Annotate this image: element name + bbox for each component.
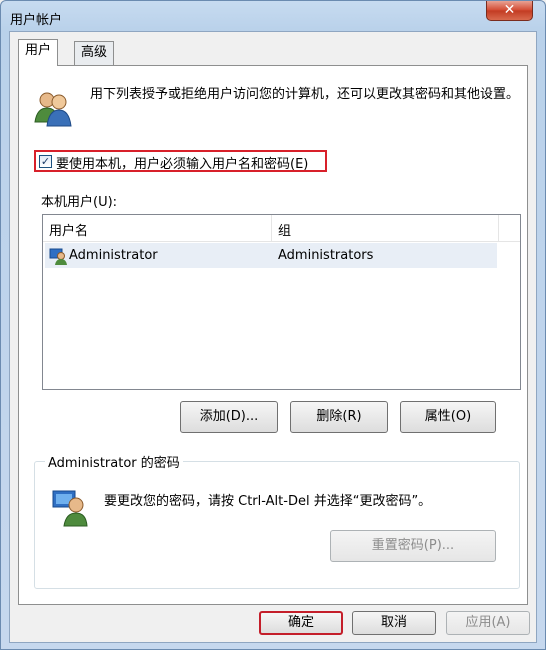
remove-user-button[interactable]: 删除(R) xyxy=(290,401,388,433)
require-login-label: 要使用本机，用户必须输入用户名和密码(E) xyxy=(56,157,309,172)
ok-button[interactable]: 确定 xyxy=(259,611,343,635)
tab-users-label: 用户 xyxy=(25,43,52,58)
user-accounts-window: 用户帐户 ✕ 用户 高级 用下列表授予或拒绝用户访问您的计算机，还可以更改其密码… xyxy=(0,0,546,650)
cancel-button[interactable]: 取消 xyxy=(352,611,436,635)
title-bar: 用户帐户 ✕ xyxy=(1,1,545,33)
password-group-title: Administrator 的密码 xyxy=(45,452,183,471)
reset-password-button[interactable]: 重置密码(P)... xyxy=(330,530,496,562)
properties-button[interactable]: 属性(O) xyxy=(400,401,496,433)
tab-advanced[interactable]: 高级 xyxy=(74,41,115,65)
user-password-icon xyxy=(52,490,88,527)
apply-button[interactable]: 应用(A) xyxy=(446,611,530,635)
require-login-checkbox[interactable]: ✓ xyxy=(39,155,52,168)
user-icon xyxy=(49,248,67,265)
intro-text: 用下列表授予或拒绝用户访问您的计算机，还可以更改其密码和其他设置。 xyxy=(90,87,520,102)
password-help-text: 要更改您的密码，请按 Ctrl-Alt-Del 并选择“更改密码”。 xyxy=(104,494,432,509)
local-users-label: 本机用户(U): xyxy=(41,195,118,210)
column-separator[interactable] xyxy=(271,215,272,241)
column-separator[interactable] xyxy=(498,215,499,241)
user-group: Administrators xyxy=(278,248,374,263)
users-tab-panel: 用下列表授予或拒绝用户访问您的计算机，还可以更改其密码和其他设置。 ✓ 要使用本… xyxy=(18,65,528,605)
user-name: Administrator xyxy=(69,248,158,263)
close-button[interactable]: ✕ xyxy=(486,1,533,21)
tab-users[interactable]: 用户 xyxy=(18,39,59,66)
add-user-button[interactable]: 添加(D)... xyxy=(180,401,278,433)
user-list[interactable]: 用户名 组 Administrator Administrators xyxy=(42,214,521,390)
tab-advanced-label: 高级 xyxy=(81,45,108,60)
window-title: 用户帐户 xyxy=(10,13,63,28)
column-username[interactable]: 用户名 xyxy=(49,220,88,239)
dialog-body: 用户 高级 用下列表授予或拒绝用户访问您的计算机，还可以更改其密码和其他设置。 … xyxy=(9,31,537,643)
column-group[interactable]: 组 xyxy=(278,220,291,239)
close-icon: ✕ xyxy=(503,2,516,18)
users-icon xyxy=(34,92,72,127)
password-group: Administrator 的密码 要更改您的密码，请按 Ctrl-Alt-De… xyxy=(34,452,520,589)
require-login-row[interactable]: ✓ 要使用本机，用户必须输入用户名和密码(E) xyxy=(34,150,327,172)
user-list-header: 用户名 组 xyxy=(43,215,520,242)
table-row[interactable]: Administrator Administrators xyxy=(45,243,497,268)
